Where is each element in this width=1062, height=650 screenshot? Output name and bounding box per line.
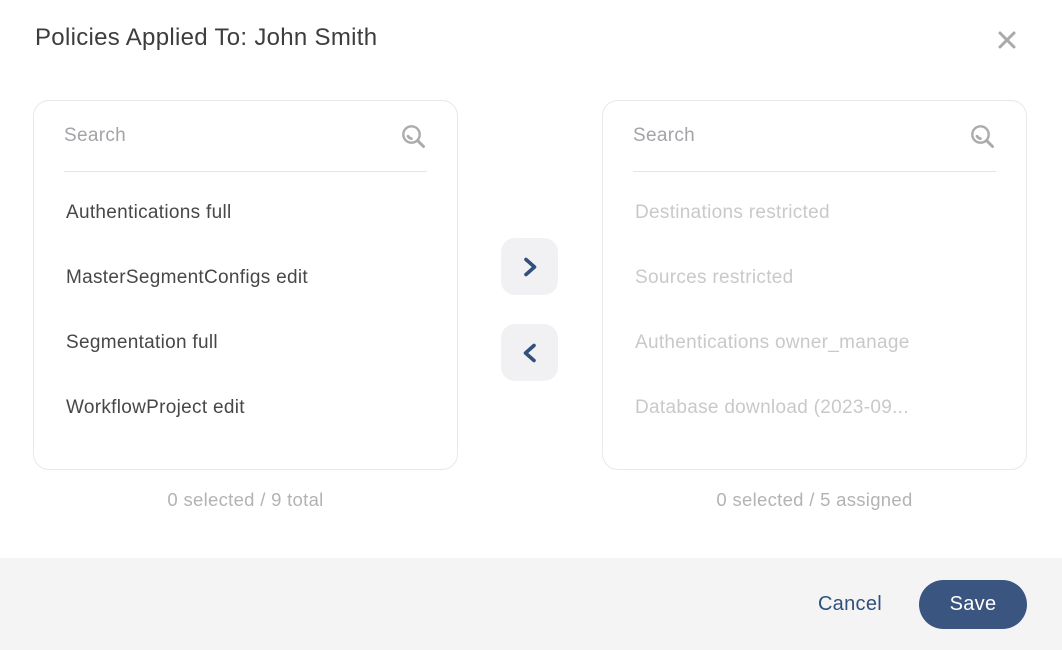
list-item[interactable]: Sources restricted xyxy=(603,245,1026,310)
close-icon xyxy=(993,26,1021,54)
assigned-search-input[interactable] xyxy=(633,125,959,147)
search-icon xyxy=(400,123,427,150)
list-item[interactable]: Segmentation full xyxy=(34,310,457,375)
assigned-search-row xyxy=(633,101,996,172)
list-item[interactable]: Authentications owner_manage xyxy=(603,310,1026,375)
move-right-button[interactable] xyxy=(501,238,558,295)
assigned-counter: 0 selected / 5 assigned xyxy=(716,489,913,510)
cancel-button[interactable]: Cancel xyxy=(818,593,882,616)
list-item[interactable]: MasterSegmentConfigs edit xyxy=(34,245,457,310)
list-item[interactable]: Authentications full xyxy=(34,180,457,245)
dialog-footer: Cancel Save xyxy=(0,558,1062,650)
list-item[interactable]: WorkflowProject edit xyxy=(34,375,457,440)
move-left-button[interactable] xyxy=(501,324,558,381)
assigned-policies-list: Destinations restricted Sources restrict… xyxy=(603,172,1026,440)
available-search-input[interactable] xyxy=(64,125,390,147)
dialog-title: Policies Applied To: John Smith xyxy=(35,24,378,51)
available-policies-panel: Authentications full MasterSegmentConfig… xyxy=(33,100,458,470)
policies-dialog: Policies Applied To: John Smith Authenti… xyxy=(0,0,1062,650)
available-search-row xyxy=(64,101,427,172)
available-counter: 0 selected / 9 total xyxy=(167,489,324,510)
chevron-right-icon xyxy=(519,255,541,279)
list-item[interactable]: Destinations restricted xyxy=(603,180,1026,245)
save-button[interactable]: Save xyxy=(919,579,1027,629)
close-button[interactable] xyxy=(992,25,1022,55)
assigned-policies-panel: Destinations restricted Sources restrict… xyxy=(602,100,1027,470)
list-item[interactable]: Database download (2023-09... xyxy=(603,375,1026,440)
chevron-left-icon xyxy=(519,341,541,365)
available-policies-list: Authentications full MasterSegmentConfig… xyxy=(34,172,457,440)
search-icon xyxy=(969,123,996,150)
